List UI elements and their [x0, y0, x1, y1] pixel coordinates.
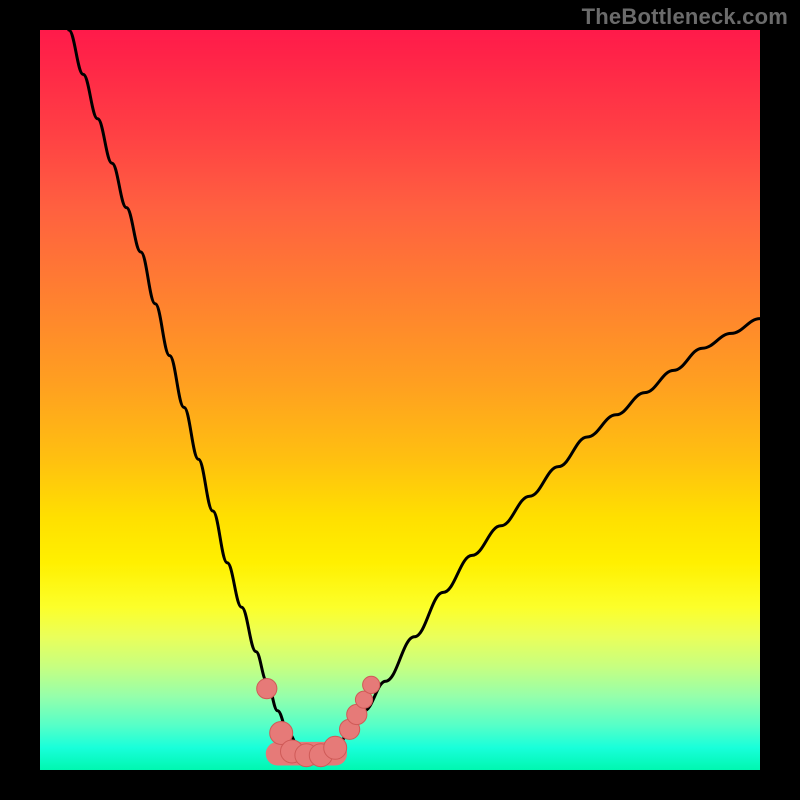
curve-marker [363, 676, 380, 693]
curve-marker [324, 736, 347, 759]
watermark-text: TheBottleneck.com [582, 4, 788, 30]
chart-svg [40, 30, 760, 770]
bottleneck-curve [69, 30, 760, 755]
curve-marker [257, 679, 277, 699]
plot-area [40, 30, 760, 770]
chart-frame: TheBottleneck.com [0, 0, 800, 800]
